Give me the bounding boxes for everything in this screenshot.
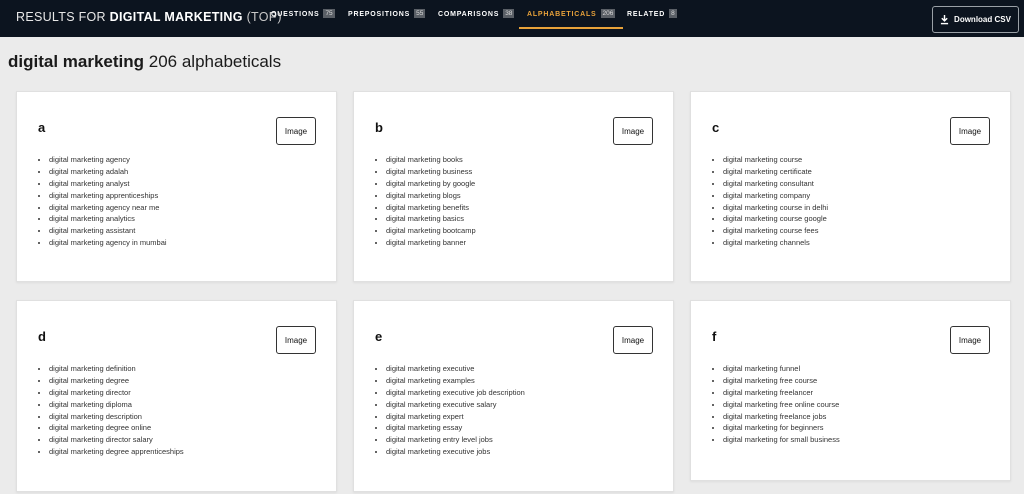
tab-questions[interactable]: QUESTIONS 75 bbox=[271, 0, 335, 27]
list-item[interactable]: digital marketing course in delhi bbox=[723, 202, 828, 214]
list-item[interactable]: digital marketing free online course bbox=[723, 399, 840, 411]
list-item[interactable]: digital marketing essay bbox=[386, 422, 525, 434]
list-item[interactable]: digital marketing executive job descript… bbox=[386, 387, 525, 399]
download-csv-button[interactable]: Download CSV bbox=[932, 6, 1019, 33]
list-item[interactable]: digital marketing agency in mumbai bbox=[49, 237, 167, 249]
list-item[interactable]: digital marketing apprenticeships bbox=[49, 190, 167, 202]
list-item[interactable]: digital marketing business bbox=[386, 166, 476, 178]
list-item[interactable]: digital marketing description bbox=[49, 411, 184, 423]
download-icon bbox=[940, 14, 949, 24]
suggestion-list: digital marketing agency digital marketi… bbox=[49, 154, 167, 249]
list-item[interactable]: digital marketing bootcamp bbox=[386, 225, 476, 237]
image-button[interactable]: Image bbox=[950, 326, 990, 354]
active-tab-indicator bbox=[519, 27, 624, 29]
list-item[interactable]: digital marketing company bbox=[723, 190, 828, 202]
card-letter: a bbox=[38, 120, 46, 135]
results-query: DIGITAL MARKETING bbox=[109, 10, 243, 24]
alphabet-card-c: c Image digital marketing course digital… bbox=[690, 91, 1011, 282]
tab-label: RELATED bbox=[627, 11, 666, 18]
tab-count-badge: 75 bbox=[323, 9, 335, 18]
list-item[interactable]: digital marketing free course bbox=[723, 375, 840, 387]
list-item[interactable]: digital marketing course bbox=[723, 154, 828, 166]
list-item[interactable]: digital marketing assistant bbox=[49, 225, 167, 237]
list-item[interactable]: digital marketing freelance jobs bbox=[723, 411, 840, 423]
results-prefix: RESULTS FOR bbox=[16, 10, 106, 24]
tab-label: QUESTIONS bbox=[271, 11, 320, 18]
tab-label: ALPHABETICALS bbox=[527, 11, 597, 18]
suggestion-list: digital marketing definition digital mar… bbox=[49, 363, 184, 458]
list-item[interactable]: digital marketing executive salary bbox=[386, 399, 525, 411]
list-item[interactable]: digital marketing executive jobs bbox=[386, 446, 525, 458]
list-item[interactable]: digital marketing course google bbox=[723, 213, 828, 225]
page-title-query: digital marketing bbox=[8, 52, 145, 71]
list-item[interactable]: digital marketing certificate bbox=[723, 166, 828, 178]
alphabet-card-d: d Image digital marketing definition dig… bbox=[16, 300, 337, 492]
list-item[interactable]: digital marketing entry level jobs bbox=[386, 434, 525, 446]
list-item[interactable]: digital marketing funnel bbox=[723, 363, 840, 375]
card-letter: f bbox=[712, 329, 717, 344]
page-title-summary: 206 alphabeticals bbox=[148, 52, 282, 71]
list-item[interactable]: digital marketing adalah bbox=[49, 166, 167, 178]
list-item[interactable]: digital marketing channels bbox=[723, 237, 828, 249]
tab-count-badge: 38 bbox=[503, 9, 515, 18]
list-item[interactable]: digital marketing agency bbox=[49, 154, 167, 166]
list-item[interactable]: digital marketing degree bbox=[49, 375, 184, 387]
list-item[interactable]: digital marketing by google bbox=[386, 178, 476, 190]
tab-count-badge: 206 bbox=[600, 9, 616, 18]
tab-count-badge: 8 bbox=[669, 9, 677, 18]
alphabet-card-a: a Image digital marketing agency digital… bbox=[16, 91, 337, 282]
list-item[interactable]: digital marketing diploma bbox=[49, 399, 184, 411]
suggestion-list: digital marketing funnel digital marketi… bbox=[723, 363, 840, 446]
suggestion-list: digital marketing course digital marketi… bbox=[723, 154, 828, 249]
alphabet-card-f: f Image digital marketing funnel digital… bbox=[690, 300, 1011, 481]
tab-prepositions[interactable]: PREPOSITIONS 55 bbox=[348, 0, 426, 27]
list-item[interactable]: digital marketing executive bbox=[386, 363, 525, 375]
image-button[interactable]: Image bbox=[613, 326, 653, 354]
list-item[interactable]: digital marketing for beginners bbox=[723, 422, 840, 434]
list-item[interactable]: digital marketing blogs bbox=[386, 190, 476, 202]
image-button[interactable]: Image bbox=[276, 117, 316, 145]
alphabet-card-e: e Image digital marketing executive digi… bbox=[353, 300, 674, 492]
suggestion-list: digital marketing executive digital mark… bbox=[386, 363, 525, 458]
list-item[interactable]: digital marketing benefits bbox=[386, 202, 476, 214]
tab-alphabeticals[interactable]: ALPHABETICALS 206 bbox=[519, 0, 624, 29]
tab-label: COMPARISONS bbox=[438, 11, 500, 18]
card-letter: e bbox=[375, 329, 383, 344]
list-item[interactable]: digital marketing analytics bbox=[49, 213, 167, 225]
image-button[interactable]: Image bbox=[276, 326, 316, 354]
list-item[interactable]: digital marketing consultant bbox=[723, 178, 828, 190]
image-button[interactable]: Image bbox=[613, 117, 653, 145]
tab-count-badge: 55 bbox=[414, 9, 426, 18]
card-letter: c bbox=[712, 120, 720, 135]
results-title: RESULTS FOR DIGITAL MARKETING (TOP) bbox=[16, 10, 282, 24]
card-letter: b bbox=[375, 120, 383, 135]
alphabet-card-b: b Image digital marketing books digital … bbox=[353, 91, 674, 282]
list-item[interactable]: digital marketing course fees bbox=[723, 225, 828, 237]
tab-label: PREPOSITIONS bbox=[348, 11, 411, 18]
list-item[interactable]: digital marketing analyst bbox=[49, 178, 167, 190]
list-item[interactable]: digital marketing director bbox=[49, 387, 184, 399]
list-item[interactable]: digital marketing books bbox=[386, 154, 476, 166]
image-button[interactable]: Image bbox=[950, 117, 990, 145]
download-label: Download CSV bbox=[954, 15, 1011, 24]
list-item[interactable]: digital marketing director salary bbox=[49, 434, 184, 446]
list-item[interactable]: digital marketing for small business bbox=[723, 434, 840, 446]
list-item[interactable]: digital marketing degree online bbox=[49, 422, 184, 434]
tab-comparisons[interactable]: COMPARISONS 38 bbox=[438, 0, 515, 27]
list-item[interactable]: digital marketing freelancer bbox=[723, 387, 840, 399]
list-item[interactable]: digital marketing definition bbox=[49, 363, 184, 375]
card-letter: d bbox=[38, 329, 46, 344]
list-item[interactable]: digital marketing degree apprenticeships bbox=[49, 446, 184, 458]
list-item[interactable]: digital marketing examples bbox=[386, 375, 525, 387]
list-item[interactable]: digital marketing basics bbox=[386, 213, 476, 225]
top-navigation-bar: RESULTS FOR DIGITAL MARKETING (TOP) QUES… bbox=[0, 0, 1024, 37]
list-item[interactable]: digital marketing agency near me bbox=[49, 202, 167, 214]
suggestion-list: digital marketing books digital marketin… bbox=[386, 154, 476, 249]
list-item[interactable]: digital marketing expert bbox=[386, 411, 525, 423]
list-item[interactable]: digital marketing banner bbox=[386, 237, 476, 249]
tab-related[interactable]: RELATED 8 bbox=[627, 0, 677, 27]
page-title: digital marketing 206 alphabeticals bbox=[8, 52, 281, 72]
